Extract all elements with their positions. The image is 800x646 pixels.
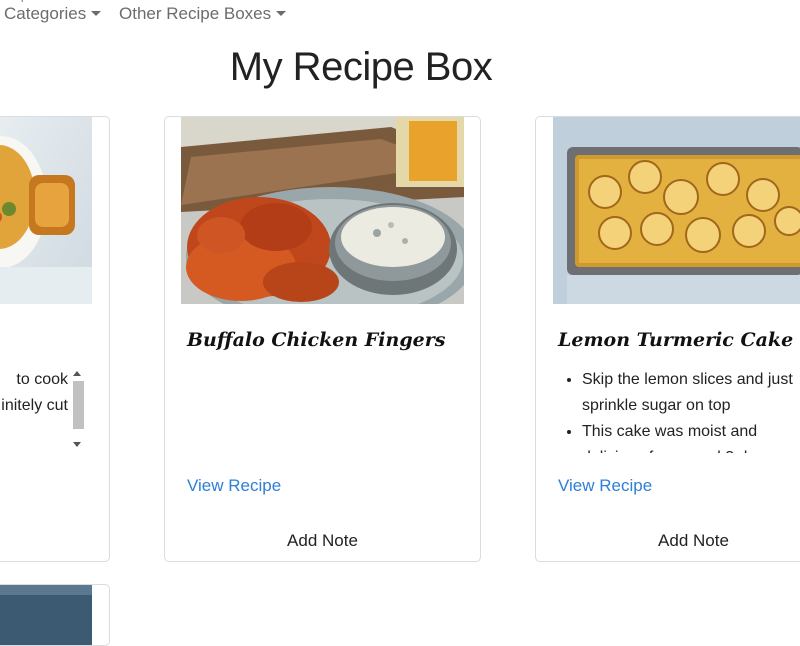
note-line: to cook xyxy=(16,371,68,388)
note-item: This cake was moist and delicious for a … xyxy=(582,419,798,453)
recipe-title: Buffalo Chicken Fingers xyxy=(187,329,446,351)
recipe-card xyxy=(0,584,110,646)
other-recipe-boxes-label: Other Recipe Boxes xyxy=(119,4,272,23)
recipe-title: Lemon Turmeric Cake xyxy=(558,329,794,351)
note-line: initely cut xyxy=(1,397,68,414)
notes-list: Skip the lemon slices and just sprinkle … xyxy=(558,367,798,453)
note-item: Skip the lemon slices and just sprinkle … xyxy=(582,367,798,419)
scroll-down-arrow-icon[interactable] xyxy=(73,442,81,447)
top-navbar: ʔ Categories Other Recipe Boxes xyxy=(0,0,800,32)
add-note-button[interactable]: Add Note xyxy=(536,531,800,551)
buffalo-chicken-photo xyxy=(181,117,464,304)
other-recipe-boxes-dropdown[interactable]: Other Recipe Boxes xyxy=(119,4,287,24)
soup-bowl-photo xyxy=(0,117,92,304)
recipe-card: to cook initely cut xyxy=(0,116,110,562)
view-recipe-link[interactable]: View Recipe xyxy=(187,476,281,496)
categories-label: Categories xyxy=(4,4,87,23)
scrollbar-thumb[interactable] xyxy=(73,381,84,429)
recipe-notes: Skip the lemon slices and just sprinkle … xyxy=(558,367,798,453)
categories-dropdown[interactable]: Categories xyxy=(4,4,102,24)
chevron-down-icon xyxy=(91,11,102,16)
notes-scrollbar[interactable] xyxy=(70,369,84,449)
recipe-photo xyxy=(0,585,92,645)
chevron-down-icon xyxy=(276,11,287,16)
scroll-up-arrow-icon[interactable] xyxy=(73,371,81,376)
recipe-card: Buffalo Chicken Fingers View Recipe Add … xyxy=(164,116,481,562)
recipe-card: Lemon Turmeric Cake Skip the lemon slice… xyxy=(535,116,800,562)
recipe-notes: to cook initely cut xyxy=(0,367,68,443)
page-title: My Recipe Box xyxy=(229,45,493,89)
lemon-cake-photo xyxy=(553,117,800,304)
view-recipe-link[interactable]: View Recipe xyxy=(558,476,652,496)
add-note-button[interactable]: Add Note xyxy=(165,531,480,551)
